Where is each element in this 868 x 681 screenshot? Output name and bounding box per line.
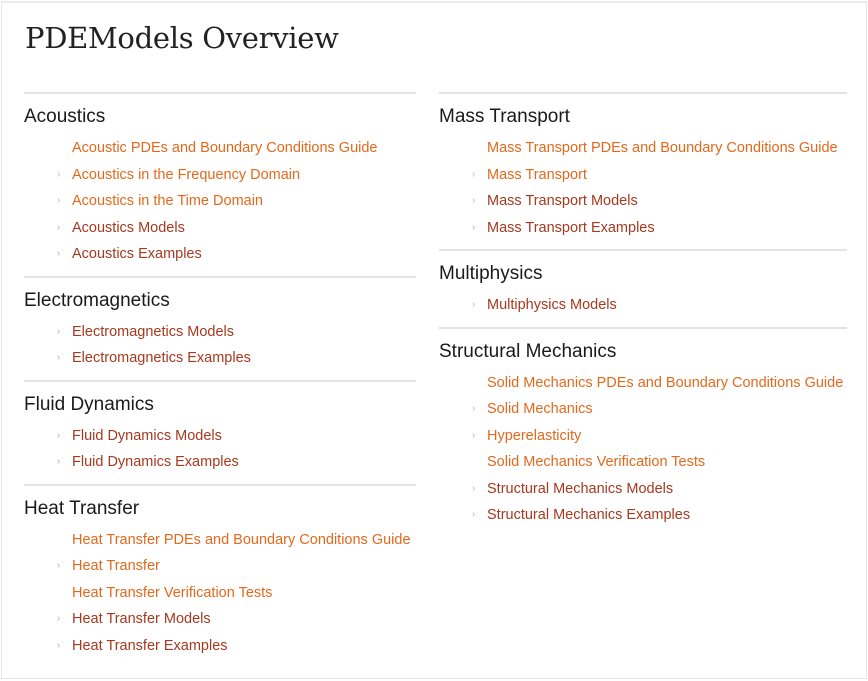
section-fluid-dynamics: Fluid Dynamics › Fluid Dynamics Models › Flu… [24,379,416,484]
list-item: › Multiphysics Models [439,295,847,322]
section-structural-mechanics: Structural Mechanics Solid Mechanics PDEs… [439,326,847,537]
list-item: Heat Transfer Verification Tests [24,583,416,610]
page-title: PDEModels Overview [25,21,339,55]
link-structural-mechanics-examples[interactable]: Structural Mechanics Examples [487,507,690,523]
chevron-right-icon: › [472,509,476,520]
list-item: › Electromagnetics Examples [24,348,416,375]
list-item: › Heat Transfer Models [24,609,416,636]
chevron-right-icon: › [57,613,61,624]
link-electromagnetics-models[interactable]: Electromagnetics Models [72,324,234,340]
list-item: › Fluid Dynamics Examples [24,452,416,479]
list-item: › Acoustics in the Time Domain [24,191,416,218]
chevron-right-icon: › [472,482,476,494]
section-heat-transfer: Heat Transfer Heat Transfer PDEs and Boun… [24,483,416,668]
link-heat-transfer[interactable]: Heat Transfer [72,558,160,574]
list-item: › Mass Transport Models [439,191,847,218]
link-multiphysics-models[interactable]: Multiphysics Models [487,297,617,313]
section-multiphysics: Multiphysics › Multiphysics Models [439,249,847,327]
chevron-right-icon: › [57,456,61,467]
list-item: › Heat Transfer [24,556,416,583]
link-heat-transfer-verification-tests[interactable]: Heat Transfer Verification Tests [72,585,272,601]
link-solid-mechanics-verification-tests[interactable]: Solid Mechanics Verification Tests [487,454,705,470]
list-item: Heat Transfer PDEs and Boundary Conditio… [24,530,416,557]
link-mass-transport-models[interactable]: Mass Transport Models [487,193,638,209]
list-item: › Mass Transport [439,165,847,192]
list-item: › Structural Mechanics Examples [439,505,847,532]
link-heat-transfer-pdes-and-boundary-conditions-guide[interactable]: Heat Transfer PDEs and Boundary Conditio… [72,532,411,548]
link-structural-mechanics-models[interactable]: Structural Mechanics Models [487,481,673,497]
link-list: Acoustic PDEs and Boundary Conditions Gu… [24,138,416,271]
link-mass-transport-pdes-and-boundary-conditions-guide[interactable]: Mass Transport PDEs and Boundary Conditi… [487,140,838,156]
link-list: › Fluid Dynamics Models › Fluid Dynamics Ex… [24,426,416,479]
link-fluid-dynamics-examples[interactable]: Fluid Dynamics Examples [72,454,239,470]
chevron-right-icon: › [472,168,476,180]
section-acoustics: Acoustics Acoustic PDEs and Boundary Cond… [24,92,416,276]
section-heading: Mass Transport [439,106,570,127]
chevron-right-icon: › [57,221,61,233]
link-list: › Electromagnetics Models › Electromagnetic… [24,322,416,375]
chevron-right-icon: › [57,195,61,206]
link-list: Mass Transport PDEs and Boundary Conditi… [439,138,847,244]
section-heading: Multiphysics [439,263,543,284]
chevron-right-icon: › [472,221,476,233]
link-list: › Multiphysics Models [439,295,847,322]
section-heading: Structural Mechanics [439,340,617,362]
list-item: › Solid Mechanics [439,399,847,426]
chevron-right-icon: › [57,639,61,651]
list-item: › Heat Transfer Examples [24,636,416,663]
section-heading: Acoustics [24,106,106,127]
chevron-right-icon: › [472,195,476,206]
chevron-right-icon: › [57,248,61,259]
chevron-right-icon: › [472,299,476,310]
list-item: › Structural Mechanics Models [439,479,847,506]
list-item: › Fluid Dynamics Models [24,426,416,453]
section-electromagnetics: Electromagnetics › Electromagnetics Models… [24,275,416,380]
chevron-right-icon: › [57,325,61,337]
chevron-right-icon: › [472,429,476,441]
list-item: › Electromagnetics Models [24,322,416,349]
link-solid-mechanics[interactable]: Solid Mechanics [487,401,593,417]
link-mass-transport[interactable]: Mass Transport [487,167,587,183]
left-column: Acoustics Acoustic PDEs and Boundary Cond… [24,92,416,667]
link-acoustics-models[interactable]: Acoustics Models [72,220,185,236]
link-heat-transfer-models[interactable]: Heat Transfer Models [72,611,211,627]
link-fluid-dynamics-models[interactable]: Fluid Dynamics Models [72,428,222,444]
link-solid-mechanics-pdes-and-boundary-conditions-guide[interactable]: Solid Mechanics PDEs and Boundary Condit… [487,375,843,391]
list-item: › Mass Transport Examples [439,218,847,245]
section-heading: Heat Transfer [24,497,140,519]
link-hyperelasticity[interactable]: Hyperelasticity [487,428,581,444]
list-item: › Acoustics Examples [24,244,416,271]
list-item: Solid Mechanics PDEs and Boundary Condit… [439,373,847,400]
chevron-right-icon: › [57,352,61,363]
link-list: Solid Mechanics PDEs and Boundary Condit… [439,373,847,532]
link-list: Heat Transfer PDEs and Boundary Conditio… [24,530,416,663]
link-acoustics-examples[interactable]: Acoustics Examples [72,246,202,262]
right-column: Mass Transport Mass Transport PDEs and Bo… [439,92,847,537]
link-electromagnetics-examples[interactable]: Electromagnetics Examples [72,350,251,366]
link-mass-transport-examples[interactable]: Mass Transport Examples [487,220,655,236]
section-mass-transport: Mass Transport Mass Transport PDEs and Bo… [439,92,847,249]
list-item: Solid Mechanics Verification Tests [439,452,847,479]
link-heat-transfer-examples[interactable]: Heat Transfer Examples [72,638,228,654]
chevron-right-icon: › [472,403,476,414]
list-item: › Hyperelasticity [439,426,847,453]
list-item: › Acoustics Models [24,218,416,245]
link-acoustic-pdes-and-boundary-conditions-guide[interactable]: Acoustic PDEs and Boundary Conditions Gu… [72,140,377,156]
list-item: Mass Transport PDEs and Boundary Conditi… [439,138,847,165]
link-acoustics-in-the-time-domain[interactable]: Acoustics in the Time Domain [72,193,263,209]
chevron-right-icon: › [57,560,61,571]
section-heading: Electromagnetics [24,289,170,311]
list-item: › Acoustics in the Frequency Domain [24,165,416,192]
chevron-right-icon: › [57,168,61,180]
list-item: Acoustic PDEs and Boundary Conditions Gu… [24,138,416,165]
chevron-right-icon: › [57,429,61,441]
section-heading: Fluid Dynamics [24,393,154,415]
overview-page: PDEModels Overview Acoustics Acoustic PDE… [1,1,867,679]
link-acoustics-in-the-frequency-domain[interactable]: Acoustics in the Frequency Domain [72,167,300,183]
